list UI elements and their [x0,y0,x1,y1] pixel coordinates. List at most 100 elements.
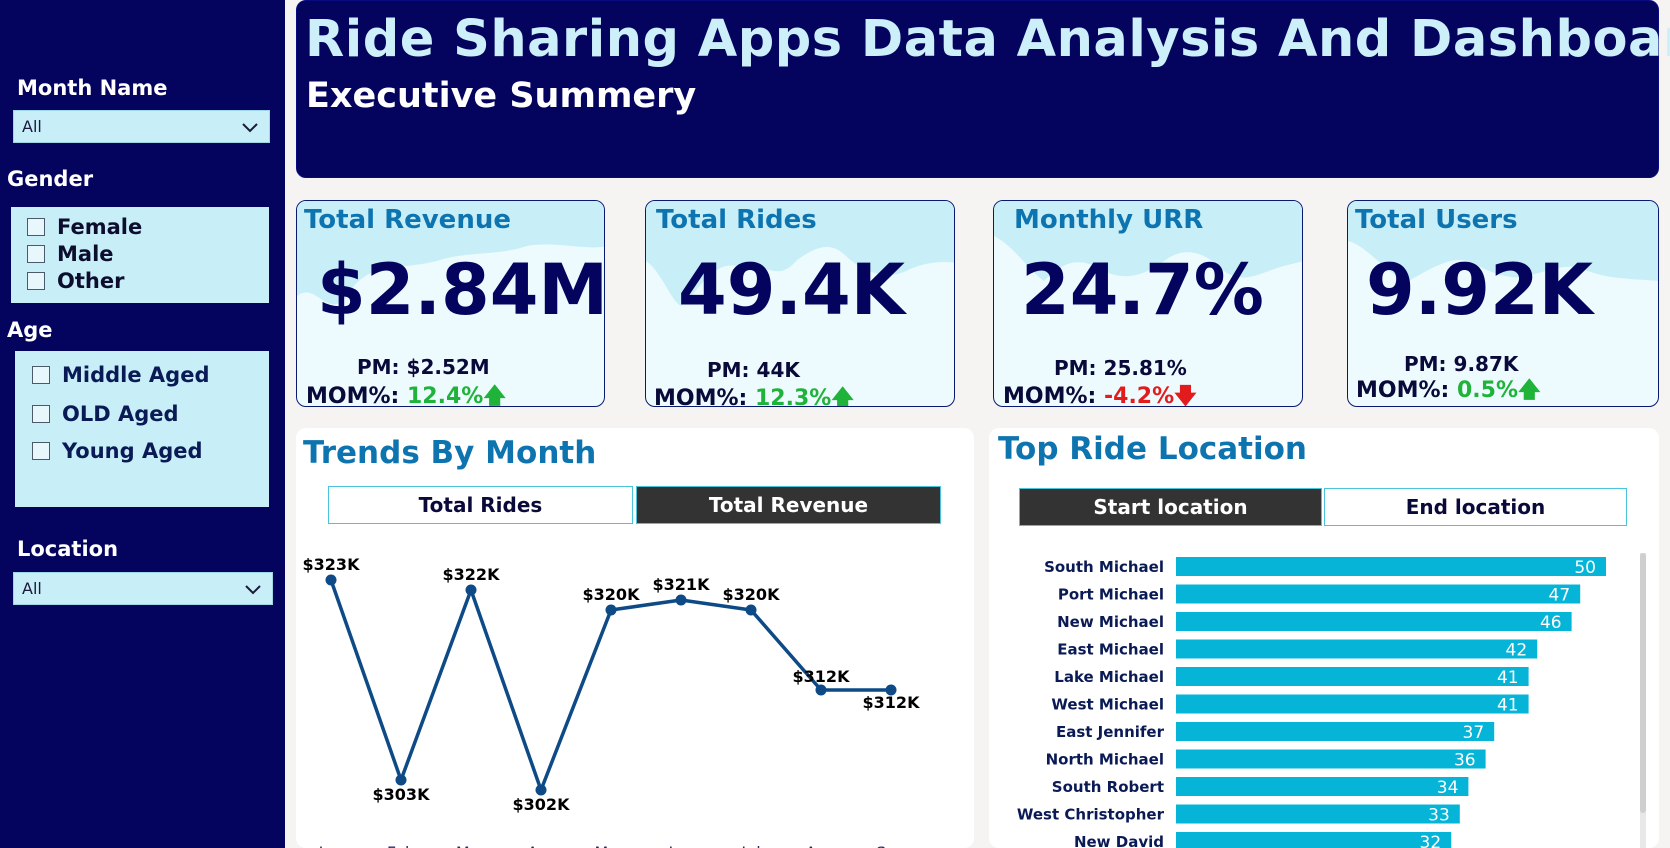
data-label: $303K [373,785,431,804]
category-label: West Michael [1051,696,1164,714]
month-dropdown[interactable]: All [13,110,270,143]
category-label: East Jennifer [1056,723,1165,741]
bar-value-label: 34 [1437,778,1459,798]
revenue-line-chart: $323K $303K $322K $302K $320K $321K $320K $312K… [303,555,921,848]
checkbox-icon[interactable] [27,272,45,290]
kpi-value: 49.4K [678,249,905,331]
data-point [605,604,617,616]
gender-checklist: Female Male Other [11,207,269,303]
kpi-mom: MOM%: 12.4%🡅 [306,384,506,407]
bar [1176,584,1581,604]
location-dropdown-value: All [22,579,42,598]
kpi-title: Total Revenue [304,205,511,235]
kpi-mom: MOM%: 0.5%🡅 [1356,378,1541,403]
age-option-young[interactable]: Young Aged [32,439,203,463]
arrow-up-icon: 🡅 [1518,378,1541,403]
kpi-previous-month: PM: 44K [707,358,800,382]
age-checklist: Middle Aged OLD Aged Young Aged [15,351,269,507]
bar-value-label: 37 [1463,723,1485,743]
age-option-middle[interactable]: Middle Aged [32,363,209,387]
kpi-card-total-revenue: Total Revenue $2.84M PM: $2.52M MOM%: 12… [296,200,605,407]
data-point [465,584,477,596]
category-label: North Michael [1046,751,1164,769]
bar [1176,832,1452,848]
data-point [815,684,827,696]
age-option-old[interactable]: OLD Aged [32,402,179,426]
bar [1176,722,1495,741]
bar-value-label: 41 [1497,696,1519,716]
data-label: $320K [583,585,641,604]
arrow-up-icon: 🡅 [483,384,506,407]
kpi-mom: MOM%: -4.2%🡇 [1003,384,1197,407]
kpi-title: Monthly URR [1014,205,1204,235]
scrollbar-thumb[interactable] [1640,553,1646,813]
x-tick-label: Sep [876,843,906,848]
data-label: $321K [653,575,711,594]
category-label: West Christopher [1017,806,1165,824]
bar [1176,694,1529,714]
checkbox-icon[interactable] [27,218,45,236]
gender-option-other[interactable]: Other [27,269,124,293]
kpi-mom: MOM%: 12.3%🡅 [654,381,854,406]
location-dropdown[interactable]: All [13,572,273,605]
bar-value-label: 33 [1428,806,1450,826]
data-point [325,574,337,586]
kpi-title: Total Users [1355,205,1518,235]
tab-start-location[interactable]: Start location [1019,488,1322,526]
bar-value-label: 41 [1497,668,1519,688]
checkbox-icon[interactable] [32,442,50,460]
gender-filter-label: Gender [7,167,94,191]
bar [1176,804,1460,824]
checkbox-icon[interactable] [32,366,50,384]
data-label: $312K [863,693,921,712]
bar [1176,749,1486,769]
x-tick-label: Jan [318,843,344,848]
trends-title: Trends By Month [303,435,597,471]
bar [1176,612,1572,631]
kpi-card-total-users: Total Users 9.92K PM: 9.87K MOM%: 0.5%🡅 [1347,200,1659,407]
kpi-card-monthly-urr: Monthly URR 24.7% PM: 25.81% MOM%: -4.2%… [993,200,1303,407]
checkbox-icon[interactable] [27,245,45,263]
tab-total-revenue[interactable]: Total Revenue [636,486,941,524]
data-point [535,784,547,796]
kpi-value: 24.7% [1021,249,1264,331]
kpi-value: $2.84M [317,249,605,331]
category-label: East Michael [1057,641,1164,659]
x-tick-label: Jul [740,843,760,848]
data-label: $323K [303,555,361,574]
top-location-title: Top Ride Location [998,431,1307,467]
kpi-previous-month: PM: 25.81% [1054,356,1187,380]
chevron-down-icon [242,123,258,133]
bar-value-label: 36 [1454,751,1476,771]
data-point [745,604,757,616]
page-title: Ride Sharing Apps Data Analysis And Dash… [305,10,1670,69]
x-tick-label: Jun [668,843,694,848]
x-tick-label: Aug [805,843,836,848]
location-bar-chart: South Michael 50 Port Michael 47 New Michael… [1017,553,1646,848]
kpi-card-total-rides: Total Rides 49.4K PM: 44K MOM%: 12.3%🡅 [645,200,955,407]
month-dropdown-value: All [22,117,42,136]
category-label: Lake Michael [1054,668,1164,686]
category-label: New David [1074,833,1164,848]
gender-option-male[interactable]: Male [27,242,114,266]
x-tick-label: Feb [387,843,415,848]
data-label: $312K [793,667,851,686]
bar [1176,639,1538,659]
data-label: $320K [723,585,781,604]
category-label: New Michael [1057,613,1164,631]
data-point [395,774,407,786]
bar [1176,667,1529,686]
gender-option-female[interactable]: Female [27,215,142,239]
bar [1176,777,1469,796]
location-filter-label: Location [17,537,119,561]
checkbox-icon[interactable] [32,405,50,423]
tab-end-location[interactable]: End location [1324,488,1627,526]
tab-total-rides[interactable]: Total Rides [328,486,633,524]
kpi-value: 9.92K [1366,249,1593,331]
page-subtitle: Executive Summery [306,76,697,116]
x-tick-label: Mar [456,843,487,848]
bar-value-label: 46 [1540,613,1562,633]
category-label: Port Michael [1058,586,1164,604]
bar-value-label: 32 [1420,833,1442,848]
data-label: $322K [443,565,501,584]
